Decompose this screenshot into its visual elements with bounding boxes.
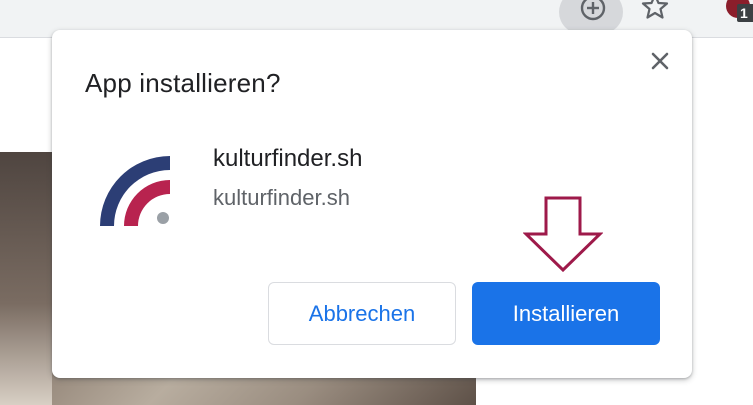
app-logo <box>100 156 170 226</box>
app-origin: kulturfinder.sh <box>213 185 350 210</box>
close-icon <box>651 52 669 70</box>
background-photo-edge <box>0 152 52 405</box>
cancel-button[interactable]: Abbrechen <box>268 282 456 345</box>
extension-badge: 1 <box>737 4 753 22</box>
dialog-title: App installieren? <box>85 68 281 98</box>
app-name: kulturfinder.sh <box>213 145 363 172</box>
star-icon[interactable] <box>640 0 670 22</box>
down-arrow-icon <box>523 196 603 272</box>
plus-circle-icon[interactable] <box>577 0 609 24</box>
close-button[interactable] <box>646 47 674 75</box>
install-button[interactable]: Installieren <box>472 282 660 345</box>
